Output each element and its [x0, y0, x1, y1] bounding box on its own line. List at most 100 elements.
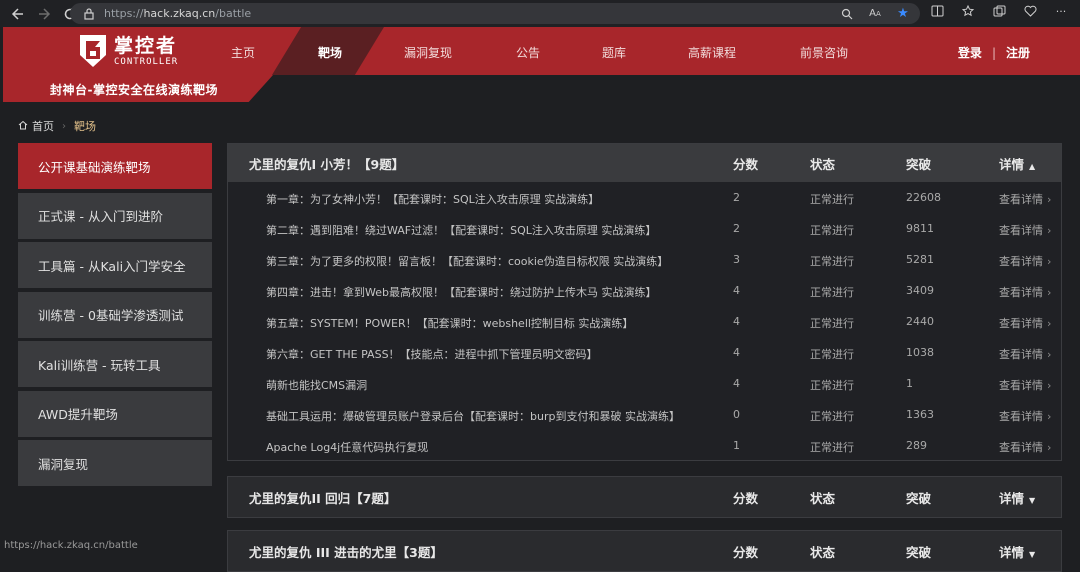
chevron-right-icon: › — [1047, 224, 1051, 237]
header-score: 分数 — [733, 542, 758, 561]
sidebar-item-kali-tools[interactable]: 工具篇 - 从Kali入门学安全 — [18, 242, 212, 288]
view-detail-label: 查看详情 — [999, 348, 1043, 361]
sidebar-item-formal-course[interactable]: 正式课 - 从入门到进阶 — [18, 193, 212, 239]
table-row[interactable]: 第四章：进击！拿到Web最高权限！【配套课时：绕过防护上传木马 实战演练】4正常… — [228, 275, 1061, 306]
detail-toggle[interactable]: 详情▲ — [999, 154, 1035, 173]
header-score: 分数 — [733, 488, 758, 507]
chevron-right-icon: › — [1047, 348, 1051, 361]
back-icon[interactable] — [6, 2, 30, 26]
header-break: 突破 — [906, 488, 931, 507]
favorites-icon[interactable] — [961, 4, 975, 18]
challenge-score: 4 — [733, 346, 740, 359]
table-row[interactable]: Apache Log4j任意代码执行复现1正常进行289查看详情› — [228, 430, 1061, 461]
challenge-score: 0 — [733, 408, 740, 421]
brand-name: 掌控者 — [114, 35, 178, 57]
nav-home[interactable]: 主页 — [231, 44, 255, 61]
chevron-right-icon: › — [1047, 379, 1051, 392]
split-screen-icon[interactable] — [930, 4, 944, 18]
detail-label: 详情 — [999, 157, 1024, 172]
nav-notice[interactable]: 公告 — [516, 44, 540, 61]
collections-icon[interactable] — [992, 4, 1006, 18]
view-detail-link[interactable]: 查看详情› — [999, 408, 1051, 424]
challenge-name[interactable]: 第五章：SYSTEM！POWER！【配套课时：webshell控制目标 实战演练… — [266, 315, 633, 331]
challenge-name[interactable]: 第一章：为了女神小芳！【配套课时：SQL注入攻击原理 实战演练】 — [266, 191, 599, 207]
detail-toggle[interactable]: 详情▼ — [999, 542, 1035, 561]
zoom-icon[interactable] — [840, 7, 854, 21]
heart-pulse-icon[interactable] — [1023, 4, 1037, 18]
register-link[interactable]: 注册 — [1006, 44, 1030, 61]
sidebar-item-bootcamp[interactable]: 训练营 - 0基础学渗透测试 — [18, 292, 212, 338]
challenge-group-panel: 尤里的复仇Ⅰ 小芳！【9题】 分数 状态 突破 详情▲ 第一章：为了女神小芳！【… — [227, 143, 1062, 461]
detail-label: 详情 — [999, 491, 1024, 506]
view-detail-link[interactable]: 查看详情› — [999, 439, 1051, 455]
chevron-right-icon: › — [1047, 255, 1051, 268]
header-break: 突破 — [906, 542, 931, 561]
nav-consult[interactable]: 前景咨询 — [800, 44, 848, 61]
sidebar-item-awd[interactable]: AWD提升靶场 — [18, 391, 212, 437]
view-detail-link[interactable]: 查看详情› — [999, 377, 1051, 393]
logo[interactable]: 掌控者 CONTROLLER — [78, 33, 178, 69]
challenge-score: 1 — [733, 439, 740, 452]
challenge-score: 2 — [733, 222, 740, 235]
address-bar[interactable]: https://hack.zkaq.cn/battle AA ★ — [70, 3, 920, 24]
challenge-break-count: 5281 — [906, 253, 934, 266]
view-detail-label: 查看详情 — [999, 224, 1043, 237]
challenge-name[interactable]: 第六章：GET THE PASS！【技能点：进程中抓下管理员明文密码】 — [266, 346, 598, 362]
challenge-name[interactable]: 第二章：遇到阻难！绕过WAF过滤！【配套课时：SQL注入攻击原理 实战演练】 — [266, 222, 656, 238]
challenge-name[interactable]: 萌新也能找CMS漏洞 — [266, 377, 367, 393]
detail-toggle[interactable]: 详情▼ — [999, 488, 1035, 507]
breadcrumb-chevron-icon: › — [62, 121, 66, 132]
table-row[interactable]: 第六章：GET THE PASS！【技能点：进程中抓下管理员明文密码】4正常进行… — [228, 337, 1061, 368]
table-row[interactable]: 第五章：SYSTEM！POWER！【配套课时：webshell控制目标 实战演练… — [228, 306, 1061, 337]
challenge-break-count: 2440 — [906, 315, 934, 328]
challenge-state: 正常进行 — [810, 408, 854, 424]
nav-range[interactable]: 靶场 — [318, 44, 342, 61]
lock-icon[interactable] — [82, 7, 96, 21]
table-row[interactable]: 第三章：为了更多的权限！留言板！【配套课时：cookie伪造目标权限 实战演练】… — [228, 244, 1061, 275]
panel-header[interactable]: 尤里的复仇 III 进击的尤里【3题】 分数 状态 突破 详情▼ — [228, 531, 1061, 571]
challenge-state: 正常进行 — [810, 439, 854, 455]
panel-title: 尤里的复仇Ⅰ 小芳！【9题】 — [249, 154, 404, 173]
challenge-name[interactable]: Apache Log4j任意代码执行复现 — [266, 439, 428, 455]
panel-header[interactable]: 尤里的复仇Ⅰ 小芳！【9题】 分数 状态 突破 详情▲ — [228, 144, 1061, 182]
view-detail-link[interactable]: 查看详情› — [999, 284, 1051, 300]
home-icon[interactable] — [18, 120, 28, 133]
breadcrumb-home[interactable]: 首页 — [32, 118, 54, 134]
sidebar: 公开课基础演练靶场 正式课 - 从入门到进阶 工具篇 - 从Kali入门学安全 … — [18, 143, 212, 490]
view-detail-link[interactable]: 查看详情› — [999, 191, 1051, 207]
view-detail-link[interactable]: 查看详情› — [999, 253, 1051, 269]
challenge-state: 正常进行 — [810, 253, 854, 269]
login-link[interactable]: 登录 — [958, 44, 982, 61]
sidebar-item-public-course[interactable]: 公开课基础演练靶场 — [18, 143, 212, 189]
chevron-right-icon: › — [1047, 441, 1051, 454]
view-detail-link[interactable]: 查看详情› — [999, 315, 1051, 331]
nav-courses[interactable]: 高薪课程 — [688, 44, 736, 61]
more-menu-icon[interactable]: ··· — [1054, 4, 1068, 18]
sidebar-item-label: AWD提升靶场 — [38, 404, 118, 423]
sidebar-item-label: 正式课 - 从入门到进阶 — [38, 206, 163, 225]
nav-question-bank[interactable]: 题库 — [602, 44, 626, 61]
favorite-star-icon[interactable]: ★ — [896, 7, 910, 21]
challenge-break-count: 1363 — [906, 408, 934, 421]
table-row[interactable]: 第二章：遇到阻难！绕过WAF过滤！【配套课时：SQL注入攻击原理 实战演练】2正… — [228, 213, 1061, 244]
table-row[interactable]: 基础工具运用：爆破管理员账户登录后台【配套课时：burp到支付和暴破 实战演练】… — [228, 399, 1061, 430]
table-row[interactable]: 萌新也能找CMS漏洞4正常进行1查看详情› — [228, 368, 1061, 399]
view-detail-link[interactable]: 查看详情 › — [999, 222, 1051, 238]
challenge-score: 4 — [733, 315, 740, 328]
challenge-break-count: 1038 — [906, 346, 934, 359]
challenge-name[interactable]: 第四章：进击！拿到Web最高权限！【配套课时：绕过防护上传木马 实战演练】 — [266, 284, 656, 300]
panel-title: 尤里的复仇II 回归【7题】 — [249, 488, 396, 507]
panel-header[interactable]: 尤里的复仇II 回归【7题】 分数 状态 突破 详情▼ — [228, 477, 1061, 517]
nav-vuln-repro[interactable]: 漏洞复现 — [404, 44, 452, 61]
sidebar-item-vuln-repro[interactable]: 漏洞复现 — [18, 440, 212, 486]
challenge-name[interactable]: 第三章：为了更多的权限！留言板！【配套课时：cookie伪造目标权限 实战演练】 — [266, 253, 668, 269]
sidebar-item-kali-bootcamp[interactable]: Kali训练营 - 玩转工具 — [18, 341, 212, 387]
challenge-state: 正常进行 — [810, 315, 854, 331]
url-text[interactable]: https://hack.zkaq.cn/battle — [104, 7, 251, 20]
view-detail-link[interactable]: 查看详情 › — [999, 346, 1051, 362]
forward-icon[interactable] — [32, 2, 56, 26]
table-row[interactable]: 第一章：为了女神小芳！【配套课时：SQL注入攻击原理 实战演练】2正常进行226… — [228, 182, 1061, 213]
read-aloud-icon[interactable]: AA — [868, 7, 882, 21]
auth-links: 登录 | 注册 — [958, 44, 1030, 61]
challenge-name[interactable]: 基础工具运用：爆破管理员账户登录后台【配套课时：burp到支付和暴破 实战演练】 — [266, 408, 680, 424]
